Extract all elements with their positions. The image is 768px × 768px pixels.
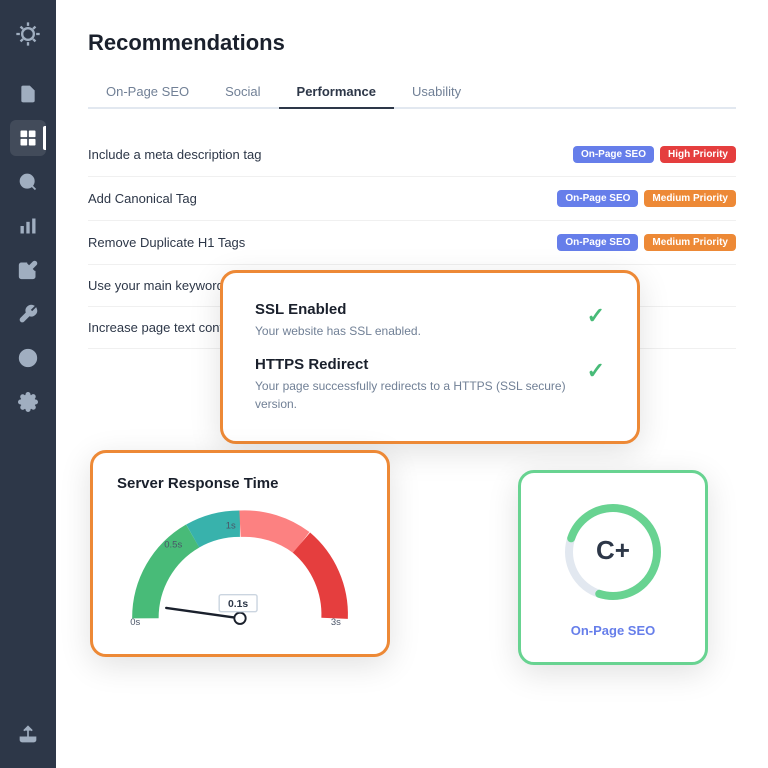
- rec-text: Remove Duplicate H1 Tags: [88, 235, 557, 250]
- edit-icon[interactable]: [10, 252, 46, 288]
- rec-item: Add Canonical Tag On-Page SEO Medium Pri…: [88, 177, 736, 221]
- https-text-block: HTTPS Redirect Your page successfully re…: [255, 356, 571, 413]
- rec-item: Remove Duplicate H1 Tags On-Page SEO Med…: [88, 221, 736, 265]
- pages-icon[interactable]: [10, 120, 46, 156]
- https-check-icon: ✓: [587, 358, 605, 384]
- rec-text: Add Canonical Tag: [88, 191, 557, 206]
- svg-text:0.1s: 0.1s: [228, 599, 248, 610]
- badge-seo: On-Page SEO: [573, 146, 654, 163]
- svg-text:C+: C+: [596, 535, 630, 565]
- score-card: C+ On-Page SEO: [518, 470, 708, 665]
- settings-icon[interactable]: [10, 384, 46, 420]
- server-card-title: Server Response Time: [117, 475, 363, 492]
- export-icon[interactable]: [10, 716, 46, 752]
- ssl-card: SSL Enabled Your website has SSL enabled…: [220, 270, 640, 444]
- search-icon[interactable]: [10, 164, 46, 200]
- gauge-svg: 0s 0.5s 1s 3s 0.1s: [117, 506, 363, 636]
- ssl-text-block: SSL Enabled Your website has SSL enabled…: [255, 301, 571, 340]
- badge-seo: On-Page SEO: [557, 234, 638, 251]
- tab-performance[interactable]: Performance: [279, 76, 394, 109]
- score-circle: C+: [558, 497, 668, 607]
- rec-badges: On-Page SEO Medium Priority: [557, 190, 736, 207]
- svg-text:0.5s: 0.5s: [164, 539, 182, 550]
- https-desc: Your page successfully redirects to a HT…: [255, 377, 571, 413]
- analytics-icon[interactable]: [10, 208, 46, 244]
- tabs-container: On-Page SEO Social Performance Usability: [88, 76, 736, 109]
- rec-item: Include a meta description tag On-Page S…: [88, 133, 736, 177]
- svg-text:1s: 1s: [226, 520, 236, 531]
- rec-badges: On-Page SEO Medium Priority: [557, 234, 736, 251]
- app-logo[interactable]: [10, 16, 46, 52]
- tab-usability[interactable]: Usability: [394, 76, 479, 109]
- https-title: HTTPS Redirect: [255, 356, 571, 373]
- server-response-card: Server Response Time 0s 0.5s 1s 3s: [90, 450, 390, 657]
- globe-icon[interactable]: [10, 340, 46, 376]
- ssl-title: SSL Enabled: [255, 301, 571, 318]
- tab-on-page-seo[interactable]: On-Page SEO: [88, 76, 207, 109]
- tab-social[interactable]: Social: [207, 76, 278, 109]
- page-title: Recommendations: [88, 30, 736, 56]
- score-label: On-Page SEO: [571, 623, 656, 638]
- ssl-desc: Your website has SSL enabled.: [255, 322, 571, 340]
- reports-icon[interactable]: [10, 76, 46, 112]
- rec-badges: On-Page SEO High Priority: [573, 146, 736, 163]
- sidebar: [0, 0, 56, 768]
- svg-text:3s: 3s: [331, 617, 341, 628]
- badge-medium: Medium Priority: [644, 190, 736, 207]
- gauge-container: 0s 0.5s 1s 3s 0.1s: [117, 506, 363, 636]
- score-svg: C+: [558, 497, 668, 607]
- ssl-check-icon: ✓: [587, 303, 605, 329]
- ssl-enabled-row: SSL Enabled Your website has SSL enabled…: [255, 301, 605, 340]
- rec-text: Include a meta description tag: [88, 147, 573, 162]
- https-redirect-row: HTTPS Redirect Your page successfully re…: [255, 356, 605, 413]
- badge-medium: Medium Priority: [644, 234, 736, 251]
- badge-seo: On-Page SEO: [557, 190, 638, 207]
- tools-icon[interactable]: [10, 296, 46, 332]
- badge-high: High Priority: [660, 146, 736, 163]
- svg-text:0s: 0s: [130, 617, 140, 628]
